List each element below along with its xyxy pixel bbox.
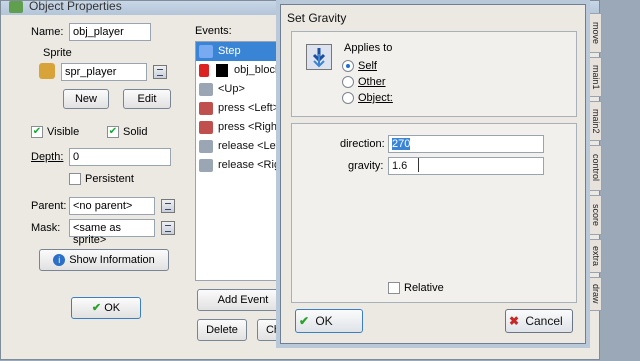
key-release-icon xyxy=(199,140,213,153)
applies-to-label: Applies to xyxy=(344,42,393,54)
parent-menu-icon[interactable] xyxy=(161,199,175,213)
window-title: Object Properties xyxy=(29,0,122,13)
parent-field[interactable]: <no parent> xyxy=(69,197,155,215)
sprite-thumbnail-icon xyxy=(39,63,55,79)
text-cursor-icon xyxy=(418,158,420,172)
depth-field[interactable]: 0 xyxy=(69,148,171,166)
relative-checkbox[interactable] xyxy=(388,282,400,294)
gravity-field[interactable]: 1.6 xyxy=(388,157,544,175)
parent-label: Parent: xyxy=(31,200,67,212)
event-label: obj_block xyxy=(234,64,281,76)
key-release-icon xyxy=(199,159,213,172)
mask-menu-icon[interactable] xyxy=(161,221,175,235)
name-label: Name: xyxy=(31,26,64,38)
visible-label: Visible xyxy=(47,126,80,138)
events-label: Events: xyxy=(195,25,232,37)
dialog-ok-button[interactable]: ✔ OK xyxy=(295,309,363,333)
edit-sprite-button[interactable]: Edit xyxy=(123,89,171,109)
other-radio[interactable] xyxy=(342,76,354,88)
dialog-title: Set Gravity xyxy=(287,11,347,25)
mask-field[interactable]: <same as sprite> xyxy=(69,219,155,246)
tab-move[interactable]: move xyxy=(586,13,602,53)
solid-label: Solid xyxy=(123,126,148,138)
dialog-ok-label: OK xyxy=(315,314,333,328)
block-sprite-icon xyxy=(216,64,228,77)
object-icon xyxy=(9,1,23,13)
sprite-field[interactable]: spr_player xyxy=(61,63,147,81)
applies-to-panel: Applies to Self Other Object: xyxy=(291,31,577,117)
keyboard-icon xyxy=(199,83,213,96)
list-item[interactable]: <Up> xyxy=(196,80,284,99)
info-icon: i xyxy=(53,254,66,266)
relative-label: Relative xyxy=(404,282,444,294)
tab-extra[interactable]: extra xyxy=(586,239,602,273)
depth-label: Depth: xyxy=(31,151,64,163)
new-sprite-button[interactable]: New xyxy=(63,89,109,109)
list-item[interactable]: Step xyxy=(196,42,284,61)
action-tabs: move main1 main2 control score extra dra… xyxy=(586,1,602,361)
object-ok-label: OK xyxy=(104,302,121,314)
gravity-arrow-icon xyxy=(306,44,332,70)
list-item[interactable]: release <Right> xyxy=(196,156,284,175)
key-press-icon xyxy=(199,102,213,115)
mask-label: Mask: xyxy=(31,222,61,234)
sprite-label: Sprite xyxy=(43,47,72,59)
solid-checkbox[interactable]: ✔ xyxy=(107,126,119,138)
persistent-label: Persistent xyxy=(85,173,134,185)
direction-value: 270 xyxy=(392,138,411,150)
self-radio[interactable] xyxy=(342,60,354,72)
dialog-cancel-button[interactable]: ✖ Cancel xyxy=(505,309,573,333)
show-information-button[interactable]: i Show Information xyxy=(39,249,169,271)
dialog-cancel-label: Cancel xyxy=(525,314,563,328)
persistent-checkbox[interactable] xyxy=(69,173,81,185)
object-radio[interactable] xyxy=(342,92,354,104)
tab-draw[interactable]: draw xyxy=(586,277,602,311)
event-label: press <Left> xyxy=(218,102,280,114)
tab-control[interactable]: control xyxy=(586,145,602,191)
event-label: Step xyxy=(218,45,241,57)
set-gravity-dialog: Set Gravity Applies to Self Other Object… xyxy=(280,4,586,344)
event-label: press <Right> xyxy=(218,121,285,133)
tab-main2[interactable]: main2 xyxy=(586,101,602,141)
tab-score[interactable]: score xyxy=(586,195,602,235)
gravity-label: gravity: xyxy=(348,160,384,172)
event-label: <Up> xyxy=(218,83,245,95)
delete-event-button[interactable]: Delete xyxy=(197,319,247,341)
check-icon: ✔ xyxy=(298,314,310,328)
sprite-menu-icon[interactable] xyxy=(153,65,167,79)
key-press-icon xyxy=(199,121,213,134)
check-icon: ✔ xyxy=(91,302,102,314)
event-label: release <Right> xyxy=(218,159,284,171)
visible-checkbox[interactable]: ✔ xyxy=(31,126,43,138)
parameters-panel: direction: 270 gravity: 1.6 Relative xyxy=(291,123,577,303)
show-information-label: Show Information xyxy=(69,254,155,266)
direction-label: direction: xyxy=(340,138,385,150)
direction-field[interactable]: 270 xyxy=(388,135,544,153)
object-label: Object: xyxy=(358,92,393,104)
object-ok-button[interactable]: ✔ OK xyxy=(71,297,141,319)
step-icon xyxy=(199,45,213,58)
tab-main1[interactable]: main1 xyxy=(586,57,602,97)
event-label: release <Left> xyxy=(218,140,285,152)
events-list[interactable]: Step obj_block <Up> press <Left> press <… xyxy=(195,41,285,281)
cancel-icon: ✖ xyxy=(508,314,520,328)
self-label: Self xyxy=(358,60,377,72)
list-item[interactable]: press <Right> xyxy=(196,118,284,137)
list-item[interactable]: press <Left> xyxy=(196,99,284,118)
other-label: Other xyxy=(358,76,386,88)
name-field[interactable]: obj_player xyxy=(69,23,151,41)
list-item[interactable]: obj_block xyxy=(196,61,284,80)
add-event-button[interactable]: Add Event xyxy=(197,289,289,311)
list-item[interactable]: release <Left> xyxy=(196,137,284,156)
collision-icon xyxy=(199,64,209,77)
